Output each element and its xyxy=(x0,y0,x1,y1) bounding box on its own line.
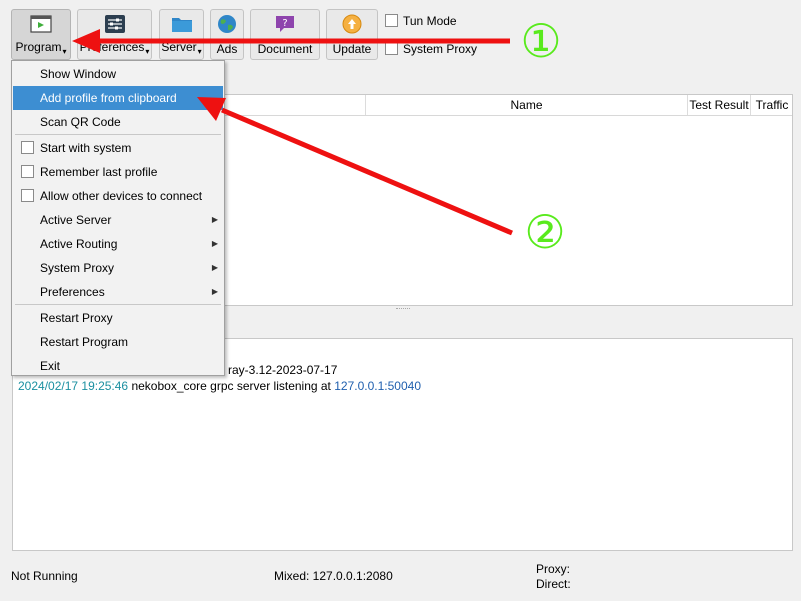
checkbox-icon xyxy=(21,141,34,154)
column-header-test-result[interactable]: Test Result xyxy=(688,95,751,115)
menu-item-exit[interactable]: Exit xyxy=(13,354,223,378)
preferences-label: Preferences xyxy=(79,40,145,54)
svg-text:?: ? xyxy=(282,18,287,29)
update-arrow-icon xyxy=(342,14,362,34)
menu-item-show-window[interactable]: Show Window xyxy=(13,62,223,86)
status-proxy: Proxy: xyxy=(536,562,571,576)
column-header-name[interactable]: Name xyxy=(366,95,688,115)
tun-mode-checkbox[interactable] xyxy=(385,14,398,27)
step-1-marker: ① xyxy=(520,14,561,68)
menu-item-add-profile-from-clipboard[interactable]: Add profile from clipboard xyxy=(13,86,223,110)
profile-table[interactable]: Name Test Result Traffic xyxy=(224,94,793,306)
log-line-2-addr: 127.0.0.1:50040 xyxy=(334,379,421,393)
menu-item-label: Remember last profile xyxy=(40,165,158,179)
status-running: Not Running xyxy=(11,569,78,583)
menu-item-system-proxy[interactable]: System Proxy ▶ xyxy=(13,256,223,280)
submenu-arrow-icon: ▶ xyxy=(211,215,218,224)
log-line-1-text: ray-3.12-2023-07-17 xyxy=(228,363,338,377)
menu-item-remember-last-profile[interactable]: Remember last profile xyxy=(13,160,223,184)
menu-item-label: Preferences xyxy=(40,285,105,299)
menu-item-label: Active Routing xyxy=(40,237,118,251)
chevron-down-icon: ▾ xyxy=(197,47,202,56)
chevron-down-icon: ▾ xyxy=(62,47,67,56)
server-label: Server xyxy=(161,40,197,54)
ads-label: Ads xyxy=(216,42,238,56)
menu-item-label: System Proxy xyxy=(40,261,115,275)
system-proxy-checkbox[interactable] xyxy=(385,42,398,55)
menu-separator xyxy=(15,134,221,135)
checkbox-icon xyxy=(21,165,34,178)
submenu-arrow-icon: ▶ xyxy=(211,287,218,296)
chevron-down-icon: ▾ xyxy=(145,47,150,56)
document-label: Document xyxy=(257,42,313,56)
menu-item-label: Show Window xyxy=(40,67,117,81)
submenu-arrow-icon: ▶ xyxy=(211,263,218,272)
menu-item-label: Restart Program xyxy=(40,335,129,349)
menu-item-label: Exit xyxy=(40,359,61,373)
help-bubble-icon: ? xyxy=(276,16,294,32)
submenu-arrow-icon: ▶ xyxy=(211,239,218,248)
panel-splitter[interactable] xyxy=(396,308,410,310)
menu-item-preferences[interactable]: Preferences ▶ xyxy=(13,280,223,304)
update-label: Update xyxy=(332,42,372,56)
menu-item-label: Allow other devices to connect xyxy=(40,189,203,203)
menu-item-label: Add profile from clipboard xyxy=(40,91,177,105)
program-window-icon xyxy=(30,15,52,33)
tun-mode-label: Tun Mode xyxy=(403,14,457,28)
column-header-traffic[interactable]: Traffic xyxy=(751,95,793,115)
menu-item-label: Start with system xyxy=(40,141,132,155)
system-proxy-label: System Proxy xyxy=(403,42,478,56)
server-folder-icon xyxy=(171,18,192,32)
table-header: Name Test Result Traffic xyxy=(225,95,792,116)
menu-separator xyxy=(15,304,221,305)
column-header-blank[interactable] xyxy=(225,95,366,115)
status-direct: Direct: xyxy=(536,577,571,591)
update-button[interactable]: Update xyxy=(326,9,378,60)
document-button[interactable]: ? Document xyxy=(250,9,320,60)
program-button[interactable]: Program▾ xyxy=(11,9,71,60)
menu-item-active-routing[interactable]: Active Routing ▶ xyxy=(13,232,223,256)
menu-item-restart-proxy[interactable]: Restart Proxy xyxy=(13,306,223,330)
menu-item-allow-other-devices[interactable]: Allow other devices to connect xyxy=(13,184,223,208)
menu-item-active-server[interactable]: Active Server ▶ xyxy=(13,208,223,232)
program-menu: Show Window Add profile from clipboard S… xyxy=(11,60,225,376)
menu-item-label: Active Server xyxy=(40,213,112,227)
menu-item-start-with-system[interactable]: Start with system xyxy=(13,136,223,160)
program-label: Program xyxy=(15,40,62,54)
status-mixed: Mixed: 127.0.0.1:2080 xyxy=(274,569,393,583)
server-button[interactable]: Server▾ xyxy=(159,9,204,60)
menu-item-restart-program[interactable]: Restart Program xyxy=(13,330,223,354)
log-line-2: 2024/02/17 19:25:46 nekobox_core grpc se… xyxy=(18,379,421,393)
log-line-2-text: nekobox_core grpc server listening at xyxy=(131,379,331,393)
ads-button[interactable]: Ads xyxy=(210,9,244,60)
preferences-button[interactable]: Preferences▾ xyxy=(77,9,152,60)
menu-item-label: Scan QR Code xyxy=(40,115,121,129)
sliders-icon xyxy=(104,15,125,33)
checkbox-icon xyxy=(21,189,34,202)
menu-item-label: Restart Proxy xyxy=(40,311,113,325)
globe-icon xyxy=(218,15,236,33)
log-line-2-time: 2024/02/17 19:25:46 xyxy=(18,379,129,393)
log-line-1: ray-3.12-2023-07-17 xyxy=(228,363,337,377)
menu-item-scan-qr-code[interactable]: Scan QR Code xyxy=(13,110,223,134)
